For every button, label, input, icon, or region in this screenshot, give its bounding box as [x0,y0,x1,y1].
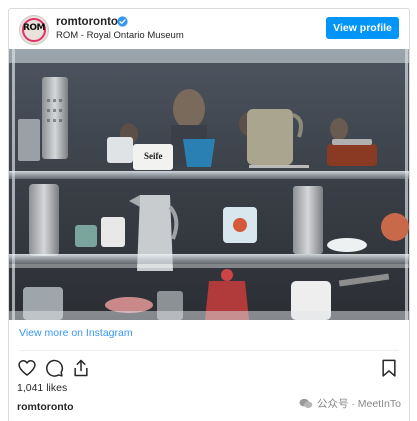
jar-label: Seife [144,151,163,161]
museum-display-case-photo: Seife [9,49,409,320]
share-icon[interactable] [71,358,91,378]
view-more-on-instagram-link[interactable]: View more on Instagram [19,327,133,339]
likes-count[interactable]: 1,041 likes [17,382,67,394]
avatar-logo-text: ROM [22,23,46,33]
watermark-text: 公众号 · MeetInTo [316,398,401,410]
divider [19,350,399,351]
instagram-embed-card: ROM romtoronto ROM - Royal Ontario Museu… [8,8,410,421]
view-profile-button[interactable]: View profile [326,17,399,39]
action-bar [9,358,409,380]
wechat-icon [299,398,313,408]
verified-badge-icon [117,16,128,27]
comment-icon[interactable] [44,358,64,378]
heart-icon[interactable] [17,358,37,378]
post-header: ROM romtoronto ROM - Royal Ontario Museu… [9,9,409,49]
avatar[interactable]: ROM [19,15,49,45]
location-link[interactable]: ROM - Royal Ontario Museum [56,30,184,41]
bookmark-icon[interactable] [379,358,399,378]
post-photo[interactable]: Seife [9,49,409,320]
caption-username[interactable]: romtoronto [17,401,74,413]
username[interactable]: romtoronto [56,16,118,28]
wechat-watermark: 公众号 · MeetInTo [299,396,401,411]
